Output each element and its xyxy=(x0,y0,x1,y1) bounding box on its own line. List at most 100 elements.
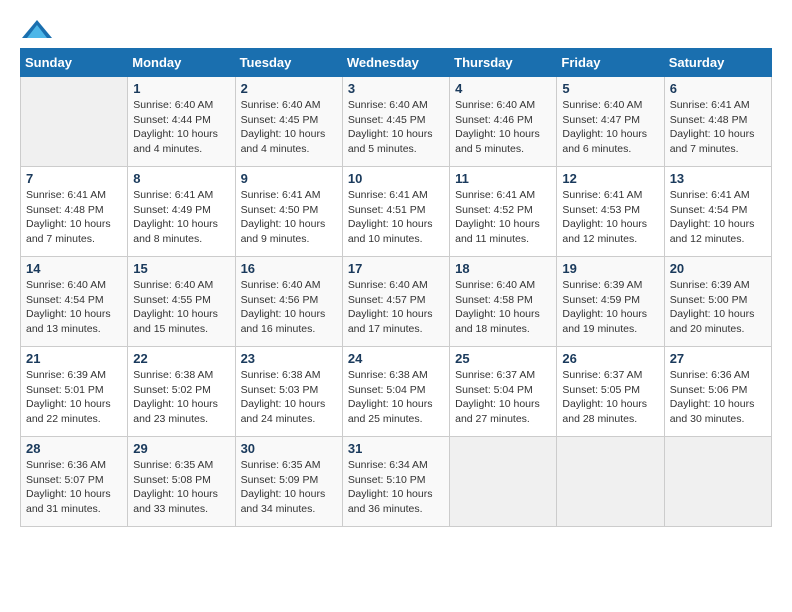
day-number: 27 xyxy=(670,351,766,366)
day-info: Sunrise: 6:37 AM Sunset: 5:05 PM Dayligh… xyxy=(562,368,658,427)
calendar-cell: 24Sunrise: 6:38 AM Sunset: 5:04 PM Dayli… xyxy=(342,347,449,437)
calendar-cell xyxy=(450,437,557,527)
day-number: 12 xyxy=(562,171,658,186)
day-number: 13 xyxy=(670,171,766,186)
day-info: Sunrise: 6:40 AM Sunset: 4:54 PM Dayligh… xyxy=(26,278,122,337)
calendar-cell: 22 Sunrise: 6:38 AM Sunset: 5:02 PM Dayli… xyxy=(128,347,235,437)
logo-icon xyxy=(22,20,52,38)
day-info: Sunrise: 6:35 AM Sunset: 5:08 PM Dayligh… xyxy=(133,458,229,517)
calendar-cell: 15Sunrise: 6:40 AM Sunset: 4:55 PM Dayli… xyxy=(128,257,235,347)
day-info: Sunrise: 6:41 AM Sunset: 4:53 PM Dayligh… xyxy=(562,188,658,247)
day-number: 26 xyxy=(562,351,658,366)
day-number: 25 xyxy=(455,351,551,366)
day-info: Sunrise: 6:41 AM Sunset: 4:48 PM Dayligh… xyxy=(670,98,766,157)
day-info: Sunrise: 6:40 AM Sunset: 4:46 PM Dayligh… xyxy=(455,98,551,157)
day-info: Sunrise: 6:39 AM Sunset: 4:59 PM Dayligh… xyxy=(562,278,658,337)
day-number: 16 xyxy=(241,261,337,276)
day-info: Sunrise: 6:36 AM Sunset: 5:07 PM Dayligh… xyxy=(26,458,122,517)
calendar-cell: 23 Sunrise: 6:38 AM Sunset: 5:03 PM Dayli… xyxy=(235,347,342,437)
day-number: 17 xyxy=(348,261,444,276)
calendar-cell: 28 Sunrise: 6:36 AM Sunset: 5:07 PM Dayli… xyxy=(21,437,128,527)
day-info: Sunrise: 6:38 AM Sunset: 5:02 PM Dayligh… xyxy=(133,368,229,427)
day-number: 11 xyxy=(455,171,551,186)
day-number: 19 xyxy=(562,261,658,276)
day-number: 10 xyxy=(348,171,444,186)
calendar-cell: 6 Sunrise: 6:41 AM Sunset: 4:48 PM Daylig… xyxy=(664,77,771,167)
header-thursday: Thursday xyxy=(450,49,557,77)
calendar-cell xyxy=(21,77,128,167)
day-number: 3 xyxy=(348,81,444,96)
calendar-week-row: 1Sunrise: 6:40 AM Sunset: 4:44 PM Daylig… xyxy=(21,77,772,167)
header-monday: Monday xyxy=(128,49,235,77)
calendar-week-row: 28 Sunrise: 6:36 AM Sunset: 5:07 PM Dayli… xyxy=(21,437,772,527)
day-info: Sunrise: 6:40 AM Sunset: 4:44 PM Dayligh… xyxy=(133,98,229,157)
day-info: Sunrise: 6:41 AM Sunset: 4:49 PM Dayligh… xyxy=(133,188,229,247)
day-info: Sunrise: 6:34 AM Sunset: 5:10 PM Dayligh… xyxy=(348,458,444,517)
calendar-week-row: 14 Sunrise: 6:40 AM Sunset: 4:54 PM Dayli… xyxy=(21,257,772,347)
calendar-cell: 21Sunrise: 6:39 AM Sunset: 5:01 PM Dayli… xyxy=(21,347,128,437)
day-number: 20 xyxy=(670,261,766,276)
day-info: Sunrise: 6:40 AM Sunset: 4:45 PM Dayligh… xyxy=(241,98,337,157)
day-number: 24 xyxy=(348,351,444,366)
header-sunday: Sunday xyxy=(21,49,128,77)
day-number: 6 xyxy=(670,81,766,96)
calendar-cell: 19 Sunrise: 6:39 AM Sunset: 4:59 PM Dayli… xyxy=(557,257,664,347)
calendar-cell: 25 Sunrise: 6:37 AM Sunset: 5:04 PM Dayli… xyxy=(450,347,557,437)
day-info: Sunrise: 6:41 AM Sunset: 4:54 PM Dayligh… xyxy=(670,188,766,247)
day-info: Sunrise: 6:40 AM Sunset: 4:56 PM Dayligh… xyxy=(241,278,337,337)
calendar-cell: 31 Sunrise: 6:34 AM Sunset: 5:10 PM Dayli… xyxy=(342,437,449,527)
calendar-cell: 2Sunrise: 6:40 AM Sunset: 4:45 PM Daylig… xyxy=(235,77,342,167)
calendar-cell: 12 Sunrise: 6:41 AM Sunset: 4:53 PM Dayli… xyxy=(557,167,664,257)
calendar-cell: 3Sunrise: 6:40 AM Sunset: 4:45 PM Daylig… xyxy=(342,77,449,167)
calendar-cell: 29 Sunrise: 6:35 AM Sunset: 5:08 PM Dayli… xyxy=(128,437,235,527)
day-number: 28 xyxy=(26,441,122,456)
calendar-cell: 7 Sunrise: 6:41 AM Sunset: 4:48 PM Daylig… xyxy=(21,167,128,257)
day-number: 23 xyxy=(241,351,337,366)
day-number: 5 xyxy=(562,81,658,96)
calendar-cell: 10Sunrise: 6:41 AM Sunset: 4:51 PM Dayli… xyxy=(342,167,449,257)
logo xyxy=(20,20,52,38)
day-number: 22 xyxy=(133,351,229,366)
day-number: 31 xyxy=(348,441,444,456)
calendar-cell: 20Sunrise: 6:39 AM Sunset: 5:00 PM Dayli… xyxy=(664,257,771,347)
calendar-week-row: 21Sunrise: 6:39 AM Sunset: 5:01 PM Dayli… xyxy=(21,347,772,437)
calendar-header-row: Sunday Monday Tuesday Wednesday Thursday… xyxy=(21,49,772,77)
calendar-cell: 17 Sunrise: 6:40 AM Sunset: 4:57 PM Dayli… xyxy=(342,257,449,347)
calendar-week-row: 7 Sunrise: 6:41 AM Sunset: 4:48 PM Daylig… xyxy=(21,167,772,257)
calendar-cell: 1Sunrise: 6:40 AM Sunset: 4:44 PM Daylig… xyxy=(128,77,235,167)
day-info: Sunrise: 6:36 AM Sunset: 5:06 PM Dayligh… xyxy=(670,368,766,427)
day-number: 14 xyxy=(26,261,122,276)
calendar-cell: 11 Sunrise: 6:41 AM Sunset: 4:52 PM Dayli… xyxy=(450,167,557,257)
day-info: Sunrise: 6:35 AM Sunset: 5:09 PM Dayligh… xyxy=(241,458,337,517)
calendar-cell: 4 Sunrise: 6:40 AM Sunset: 4:46 PM Daylig… xyxy=(450,77,557,167)
calendar-cell xyxy=(664,437,771,527)
calendar-cell: 5 Sunrise: 6:40 AM Sunset: 4:47 PM Daylig… xyxy=(557,77,664,167)
header-saturday: Saturday xyxy=(664,49,771,77)
calendar-cell: 14 Sunrise: 6:40 AM Sunset: 4:54 PM Dayli… xyxy=(21,257,128,347)
day-number: 29 xyxy=(133,441,229,456)
day-number: 30 xyxy=(241,441,337,456)
day-number: 21 xyxy=(26,351,122,366)
day-info: Sunrise: 6:40 AM Sunset: 4:58 PM Dayligh… xyxy=(455,278,551,337)
calendar-cell: 18Sunrise: 6:40 AM Sunset: 4:58 PM Dayli… xyxy=(450,257,557,347)
day-info: Sunrise: 6:38 AM Sunset: 5:03 PM Dayligh… xyxy=(241,368,337,427)
day-info: Sunrise: 6:40 AM Sunset: 4:57 PM Dayligh… xyxy=(348,278,444,337)
calendar-cell: 16 Sunrise: 6:40 AM Sunset: 4:56 PM Dayli… xyxy=(235,257,342,347)
header-wednesday: Wednesday xyxy=(342,49,449,77)
day-number: 9 xyxy=(241,171,337,186)
day-info: Sunrise: 6:40 AM Sunset: 4:55 PM Dayligh… xyxy=(133,278,229,337)
day-number: 7 xyxy=(26,171,122,186)
day-info: Sunrise: 6:41 AM Sunset: 4:52 PM Dayligh… xyxy=(455,188,551,247)
day-info: Sunrise: 6:41 AM Sunset: 4:50 PM Dayligh… xyxy=(241,188,337,247)
calendar-cell: 30 Sunrise: 6:35 AM Sunset: 5:09 PM Dayli… xyxy=(235,437,342,527)
calendar-cell: 26 Sunrise: 6:37 AM Sunset: 5:05 PM Dayli… xyxy=(557,347,664,437)
day-info: Sunrise: 6:40 AM Sunset: 4:47 PM Dayligh… xyxy=(562,98,658,157)
calendar-cell xyxy=(557,437,664,527)
day-number: 4 xyxy=(455,81,551,96)
day-info: Sunrise: 6:37 AM Sunset: 5:04 PM Dayligh… xyxy=(455,368,551,427)
page-header xyxy=(20,20,772,38)
header-tuesday: Tuesday xyxy=(235,49,342,77)
calendar-cell: 9 Sunrise: 6:41 AM Sunset: 4:50 PM Daylig… xyxy=(235,167,342,257)
day-number: 8 xyxy=(133,171,229,186)
day-info: Sunrise: 6:41 AM Sunset: 4:48 PM Dayligh… xyxy=(26,188,122,247)
